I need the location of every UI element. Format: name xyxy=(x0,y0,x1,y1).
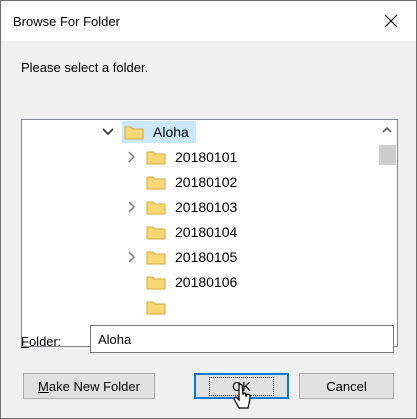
tree-item-label: 20180104 xyxy=(175,224,238,240)
prompt-text: Please select a folder. xyxy=(21,60,149,75)
scroll-up-icon[interactable] xyxy=(380,123,394,137)
tree-item-20180103[interactable]: 20180103 xyxy=(124,195,240,219)
close-button[interactable] xyxy=(371,5,411,37)
tree-item-label: 20180106 xyxy=(175,274,238,290)
folder-icon xyxy=(146,276,166,290)
tree-item-label: Aloha xyxy=(153,124,189,140)
folder-icon xyxy=(146,226,166,240)
scroll-thumb[interactable] xyxy=(379,145,396,165)
browse-for-folder-dialog: Browse For Folder Please select a folder… xyxy=(0,0,417,419)
window-title: Browse For Folder xyxy=(13,14,120,29)
tree-item-20180106[interactable]: 20180106 xyxy=(124,270,240,294)
folder-icon xyxy=(146,301,166,315)
cancel-button[interactable]: Cancel xyxy=(299,373,394,399)
chevron-down-icon[interactable] xyxy=(100,124,116,140)
folder-field-label: Folder: xyxy=(21,334,62,349)
tree-item-20180102[interactable]: 20180102 xyxy=(124,170,240,194)
close-icon xyxy=(384,14,398,28)
folder-icon xyxy=(146,176,166,190)
tree-item-root[interactable]: Aloha xyxy=(100,120,196,144)
folder-tree[interactable]: Aloha 20180101 20180102 20180103 2018010… xyxy=(21,119,398,347)
chevron-right-icon[interactable] xyxy=(124,199,140,215)
chevron-right-icon[interactable] xyxy=(124,149,140,165)
title-bar[interactable]: Browse For Folder xyxy=(1,1,416,41)
tree-item-label: 20180101 xyxy=(175,149,238,165)
vertical-scrollbar[interactable] xyxy=(377,120,397,346)
chevron-right-icon[interactable] xyxy=(124,249,140,265)
make-new-folder-button[interactable]: Make New Folder xyxy=(23,373,155,399)
tree-item-label: 20180103 xyxy=(175,199,238,215)
dialog-body: Please select a folder. Aloha 20180101 2… xyxy=(1,41,416,418)
tree-item-20180101[interactable]: 20180101 xyxy=(124,145,240,169)
folder-icon xyxy=(146,251,166,265)
tree-item-label: 20180105 xyxy=(175,249,238,265)
folder-icon xyxy=(146,201,166,215)
mouse-cursor-icon xyxy=(233,383,251,409)
folder-input[interactable] xyxy=(90,325,394,353)
folder-icon xyxy=(124,126,144,140)
tree-item-20180104[interactable]: 20180104 xyxy=(124,220,240,244)
folder-icon xyxy=(146,151,166,165)
tree-item-20180105[interactable]: 20180105 xyxy=(124,245,240,269)
tree-item-label: 20180102 xyxy=(175,174,238,190)
tree-item-partial[interactable] xyxy=(124,295,166,319)
